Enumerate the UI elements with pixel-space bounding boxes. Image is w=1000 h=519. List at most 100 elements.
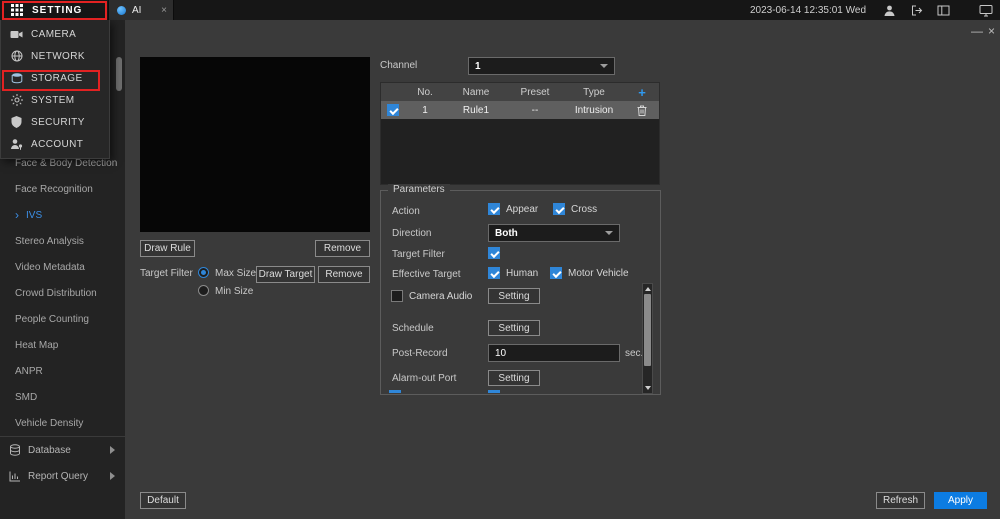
settings-menu-item-account[interactable]: ACCOUNT bbox=[1, 133, 109, 155]
refresh-button[interactable]: Refresh bbox=[876, 492, 925, 509]
parameters-scrollbar[interactable] bbox=[642, 283, 653, 394]
camera-audio-checkbox[interactable] bbox=[391, 290, 403, 302]
remove-rule-button[interactable]: Remove bbox=[315, 240, 370, 257]
panel-icon[interactable] bbox=[935, 2, 951, 18]
parameters-group: Parameters Action Appear Cross Direction… bbox=[380, 190, 661, 395]
add-rule-button[interactable]: + bbox=[638, 85, 646, 100]
appear-label: Appear bbox=[506, 204, 538, 215]
gear-icon bbox=[10, 94, 23, 107]
camera-audio-setting-button[interactable]: Setting bbox=[488, 288, 540, 304]
human-checkbox[interactable] bbox=[488, 267, 500, 279]
sidebar-item-smd[interactable]: SMD bbox=[0, 384, 125, 410]
table-row[interactable]: 1 Rule1 -- Intrusion bbox=[381, 101, 659, 119]
draw-target-button[interactable]: Draw Target bbox=[256, 266, 315, 283]
channel-value: 1 bbox=[475, 61, 600, 72]
trash-icon[interactable] bbox=[636, 104, 648, 116]
main-menu-button[interactable]: SETTING bbox=[0, 0, 96, 20]
logout-icon[interactable] bbox=[908, 2, 924, 18]
scrollbar-thumb[interactable] bbox=[644, 294, 651, 366]
sidebar-item-anpr[interactable]: ANPR bbox=[0, 358, 125, 384]
display-icon[interactable] bbox=[978, 2, 994, 18]
sidebar-scrollbar-thumb[interactable] bbox=[116, 57, 122, 91]
scroll-down-icon[interactable] bbox=[645, 386, 651, 390]
sidebar-item-crowd-distribution[interactable]: Crowd Distribution bbox=[0, 280, 125, 306]
sidebar-item-video-metadata[interactable]: Video Metadata bbox=[0, 254, 125, 280]
clipped-checkbox-fragment bbox=[488, 390, 500, 393]
rule-type: Intrusion bbox=[563, 105, 625, 116]
alarm-out-setting-button[interactable]: Setting bbox=[488, 370, 540, 386]
storage-icon bbox=[10, 72, 23, 85]
tab-close-icon[interactable]: × bbox=[155, 5, 173, 16]
sidebar-item-label: Report Query bbox=[28, 471, 88, 482]
tab-ai[interactable]: AI × bbox=[108, 0, 174, 20]
rule-checkbox[interactable] bbox=[387, 104, 399, 116]
sidebar-item-face-recognition[interactable]: Face Recognition bbox=[0, 176, 125, 202]
sidebar-item-report-query[interactable]: Report Query bbox=[0, 463, 125, 489]
user-icon[interactable] bbox=[881, 2, 897, 18]
effective-human-option[interactable]: Human bbox=[488, 267, 538, 279]
shield-icon bbox=[10, 116, 23, 129]
max-size-radio[interactable] bbox=[198, 267, 209, 278]
network-icon bbox=[10, 50, 23, 63]
close-button[interactable]: × bbox=[988, 25, 995, 37]
header-preset: Preset bbox=[507, 87, 563, 98]
default-button[interactable]: Default bbox=[140, 492, 186, 509]
human-label: Human bbox=[506, 268, 538, 279]
apply-button[interactable]: Apply bbox=[934, 492, 987, 509]
action-cross-option[interactable]: Cross bbox=[553, 203, 597, 215]
action-label: Action bbox=[392, 206, 420, 217]
draw-rule-button[interactable]: Draw Rule bbox=[140, 240, 195, 257]
rule-no: 1 bbox=[405, 105, 445, 116]
rules-table: No. Name Preset Type + 1 Rule1 -- Intrus… bbox=[380, 82, 660, 185]
settings-menu-item-label: CAMERA bbox=[31, 29, 76, 40]
min-size-radio[interactable] bbox=[198, 285, 209, 296]
settings-menu-item-storage[interactable]: STORAGE bbox=[1, 67, 109, 89]
camera-audio-label: Camera Audio bbox=[409, 291, 472, 302]
sidebar-item-ivs[interactable]: IVS bbox=[0, 202, 125, 228]
appear-checkbox[interactable] bbox=[488, 203, 500, 215]
camera-audio-option[interactable]: Camera Audio bbox=[391, 290, 472, 302]
rules-table-header: No. Name Preset Type + bbox=[381, 83, 659, 101]
apps-grid-icon bbox=[9, 2, 25, 18]
channel-label: Channel bbox=[380, 60, 417, 71]
settings-menu-item-system[interactable]: SYSTEM bbox=[1, 89, 109, 111]
header-name: Name bbox=[445, 87, 507, 98]
ai-tab-icon bbox=[117, 6, 126, 15]
sidebar-item-label: IVS bbox=[26, 210, 42, 221]
settings-dropdown-menu: CAMERA NETWORK STORAGE SYSTEM SECURITY bbox=[0, 20, 110, 159]
expand-arrow-icon bbox=[110, 472, 115, 480]
action-appear-option[interactable]: Appear bbox=[488, 203, 538, 215]
header-type: Type bbox=[563, 87, 625, 98]
target-filter-param-label: Target Filter bbox=[392, 249, 445, 260]
post-record-label: Post-Record bbox=[392, 348, 448, 359]
sidebar-item-vehicle-density[interactable]: Vehicle Density bbox=[0, 410, 125, 436]
sidebar-item-label: Database bbox=[28, 445, 71, 456]
remove-target-button[interactable]: Remove bbox=[318, 266, 370, 283]
sidebar-item-stereo-analysis[interactable]: Stereo Analysis bbox=[0, 228, 125, 254]
tab-label: AI bbox=[132, 5, 155, 16]
report-query-icon bbox=[8, 470, 21, 483]
settings-menu-item-camera[interactable]: CAMERA bbox=[1, 23, 109, 45]
video-preview[interactable] bbox=[140, 57, 370, 232]
motor-vehicle-checkbox[interactable] bbox=[550, 267, 562, 279]
sidebar-item-heat-map[interactable]: Heat Map bbox=[0, 332, 125, 358]
effective-motor-vehicle-option[interactable]: Motor Vehicle bbox=[550, 267, 629, 279]
direction-select[interactable]: Both bbox=[488, 224, 620, 242]
sidebar-item-database[interactable]: Database bbox=[0, 436, 125, 463]
cross-checkbox[interactable] bbox=[553, 203, 565, 215]
cross-label: Cross bbox=[571, 204, 597, 215]
channel-select[interactable]: 1 bbox=[468, 57, 615, 75]
target-filter-checkbox[interactable] bbox=[488, 247, 500, 259]
scroll-up-icon[interactable] bbox=[645, 287, 651, 291]
post-record-input[interactable] bbox=[488, 344, 620, 362]
sidebar-item-label: Stereo Analysis bbox=[15, 236, 84, 247]
sidebar-item-label: People Counting bbox=[15, 314, 89, 325]
settings-menu-item-label: SECURITY bbox=[31, 117, 85, 128]
sidebar-item-label: ANPR bbox=[15, 366, 43, 377]
schedule-setting-button[interactable]: Setting bbox=[488, 320, 540, 336]
settings-menu-item-network[interactable]: NETWORK bbox=[1, 45, 109, 67]
parameters-title: Parameters bbox=[388, 184, 450, 195]
settings-menu-item-security[interactable]: SECURITY bbox=[1, 111, 109, 133]
sidebar-item-people-counting[interactable]: People Counting bbox=[0, 306, 125, 332]
minimize-button[interactable]: — bbox=[971, 25, 983, 37]
